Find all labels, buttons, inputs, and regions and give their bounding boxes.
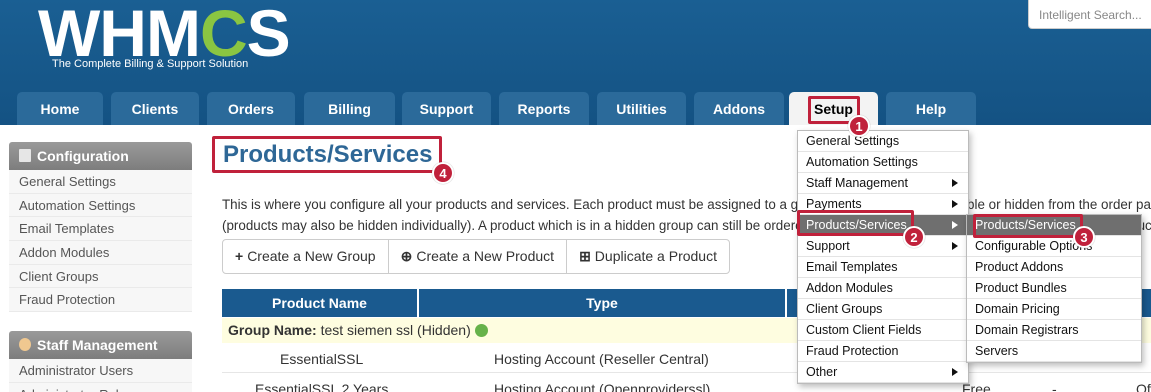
move-down-icon[interactable]: [474, 324, 488, 337]
column-header-product-name[interactable]: Product Name: [222, 289, 417, 317]
submenu-arrow-icon: [952, 179, 958, 187]
sidebar-item-automation-settings[interactable]: Automation Settings: [9, 194, 192, 218]
document-icon: [19, 149, 31, 162]
step-badge-2: 2: [903, 226, 925, 248]
products-menu-highlight: [797, 210, 914, 236]
step-badge-4: 4: [432, 162, 454, 184]
tab-addons[interactable]: Addons: [694, 92, 784, 125]
tab-home[interactable]: Home: [17, 92, 103, 125]
search-input[interactable]: Intelligent Search...: [1028, 0, 1151, 29]
submenu-item-configurable-options[interactable]: Configurable Options: [967, 236, 1141, 257]
sidebar-item-client-groups[interactable]: Client Groups: [9, 265, 192, 289]
submenu-arrow-icon: [952, 200, 958, 208]
tab-orders[interactable]: Orders: [207, 92, 295, 125]
row-1-product-name[interactable]: EssentialSSL: [280, 351, 363, 367]
sidebar-item-addon-modules[interactable]: Addon Modules: [9, 241, 192, 265]
step-badge-3: 3: [1073, 226, 1095, 248]
submenu-arrow-icon: [952, 368, 958, 376]
sidebar-item-email-templates[interactable]: Email Templates: [9, 217, 192, 242]
row-divider: [222, 372, 1151, 373]
sidebar-configuration-list: General Settings Automation Settings Ema…: [9, 170, 192, 313]
menu-label: Other: [806, 365, 838, 379]
tab-utilities[interactable]: Utilities: [597, 92, 686, 125]
logo-tagline: The Complete Billing & Support Solution: [52, 58, 249, 70]
menu-item-other[interactable]: Other: [798, 362, 968, 383]
submenu-arrow-icon: [952, 242, 958, 250]
menu-label: Staff Management: [806, 176, 908, 190]
sidebar-section-title: Staff Management: [37, 337, 158, 353]
menu-label: Payments: [806, 197, 862, 211]
row-2-type: Hosting Account (Openproviderssl): [494, 381, 711, 392]
submenu-item-product-bundles[interactable]: Product Bundles: [967, 278, 1141, 299]
group-name: test siemen ssl (Hidden): [320, 322, 471, 338]
menu-item-client-groups[interactable]: Client Groups: [798, 299, 968, 320]
button-label: Create a New Product: [416, 248, 555, 264]
column-header-type[interactable]: Type: [419, 289, 785, 317]
menu-item-custom-client-fields[interactable]: Custom Client Fields: [798, 320, 968, 341]
sidebar-item-administrator-users[interactable]: Administrator Users: [9, 359, 192, 383]
sidebar-staff-list: Administrator Users Administrator Roles: [9, 359, 192, 392]
button-label: Create a New Group: [247, 248, 376, 264]
group-label: Group Name:: [228, 322, 317, 338]
row-1-type: Hosting Account (Reseller Central): [494, 351, 709, 367]
tab-help[interactable]: Help: [886, 92, 976, 125]
products-submenu-highlight: [973, 214, 1083, 238]
button-label: Duplicate a Product: [594, 248, 717, 264]
sidebar-staff-header: Staff Management: [9, 331, 192, 359]
menu-item-addon-modules[interactable]: Addon Modules: [798, 278, 968, 299]
menu-item-support[interactable]: Support: [798, 236, 968, 257]
row-2-auto-setup: Off: [1136, 381, 1151, 392]
setup-dropdown-menu: General Settings Automation Settings Sta…: [797, 130, 969, 384]
submenu-item-servers[interactable]: Servers: [967, 341, 1141, 362]
menu-label: Support: [806, 239, 850, 253]
square-plus-icon: ⊞: [579, 248, 591, 264]
menu-item-automation-settings[interactable]: Automation Settings: [798, 152, 968, 173]
tab-clients[interactable]: Clients: [111, 92, 199, 125]
page-title-highlight: [212, 136, 442, 173]
logo-wordmark: WHMCS: [38, 0, 291, 70]
menu-item-fraud-protection[interactable]: Fraud Protection: [798, 341, 968, 362]
step-badge-1: 1: [848, 115, 870, 137]
action-button-group: + Create a New Group ⊕ Create a New Produc…: [222, 239, 730, 274]
user-icon: [19, 338, 31, 351]
whmcs-logo[interactable]: WHMCS The Complete Billing & Support Sol…: [38, 0, 291, 70]
sidebar-configuration-header: Configuration: [9, 142, 192, 170]
menu-item-email-templates[interactable]: Email Templates: [798, 257, 968, 278]
row-2-product-name[interactable]: EssentialSSL 2 Years: [255, 381, 388, 392]
menu-item-staff-management[interactable]: Staff Management: [798, 173, 968, 194]
description-line-1: This is where you configure all your pro…: [222, 197, 1151, 212]
sidebar-item-fraud-protection[interactable]: Fraud Protection: [9, 288, 192, 313]
sidebar-section-title: Configuration: [37, 148, 129, 164]
tab-reports[interactable]: Reports: [499, 92, 589, 125]
submenu-item-domain-registrars[interactable]: Domain Registrars: [967, 320, 1141, 341]
submenu-item-domain-pricing[interactable]: Domain Pricing: [967, 299, 1141, 320]
circle-plus-icon: ⊕: [400, 248, 413, 264]
row-2-stock: -: [1052, 381, 1057, 392]
create-product-button[interactable]: ⊕ Create a New Product: [389, 240, 568, 273]
create-group-button[interactable]: + Create a New Group: [223, 240, 389, 273]
duplicate-product-button[interactable]: ⊞ Duplicate a Product: [567, 240, 729, 273]
tab-support[interactable]: Support: [402, 92, 491, 125]
submenu-arrow-icon: [952, 221, 958, 229]
plus-icon: +: [235, 248, 244, 264]
menu-item-general-settings[interactable]: General Settings: [798, 131, 968, 152]
sidebar-item-administrator-roles[interactable]: Administrator Roles: [9, 383, 192, 392]
sidebar-item-general-settings[interactable]: General Settings: [9, 170, 192, 194]
submenu-item-product-addons[interactable]: Product Addons: [967, 257, 1141, 278]
header-bar: WHMCS The Complete Billing & Support Sol…: [0, 0, 1151, 125]
tab-billing[interactable]: Billing: [304, 92, 395, 125]
